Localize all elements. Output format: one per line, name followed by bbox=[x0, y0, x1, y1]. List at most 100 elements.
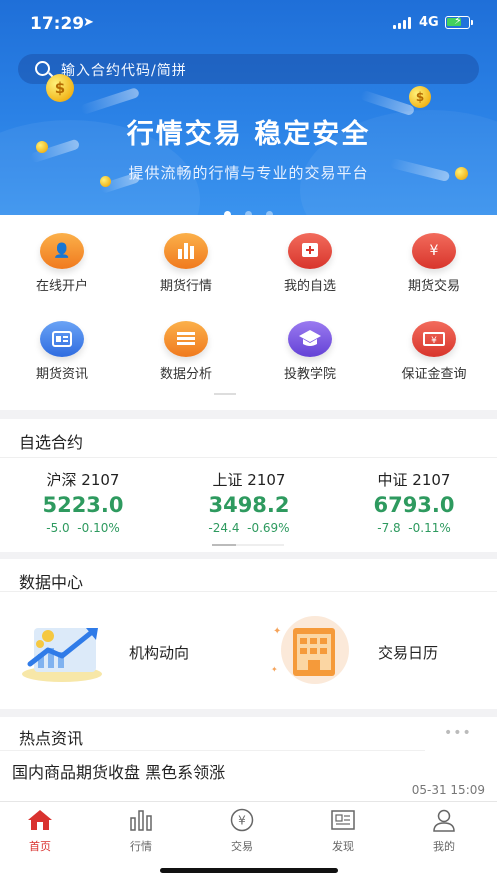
bar-chart-icon bbox=[164, 233, 208, 269]
add-favorite-icon bbox=[288, 233, 332, 269]
watchlist-pager bbox=[212, 544, 284, 546]
home-indicator[interactable] bbox=[160, 868, 338, 873]
divider bbox=[0, 591, 497, 592]
news-card-icon bbox=[40, 321, 84, 357]
data-center-label: 机构动向 bbox=[129, 644, 190, 662]
quote-change-pct: -0.69% bbox=[247, 521, 290, 535]
news-time: 05-31 15:09 bbox=[411, 783, 485, 797]
quote-price: 5223.0 bbox=[42, 493, 124, 517]
tab-label: 行情 bbox=[130, 840, 152, 853]
calendar-building-illustration: ✦ ✦ bbox=[271, 616, 349, 684]
menu-item-my-favorites[interactable]: 我的自选 bbox=[248, 215, 372, 295]
search-bar[interactable]: 输入合约代码/简拼 bbox=[18, 54, 479, 84]
quote-change-value: -5.0 bbox=[46, 521, 70, 535]
user-icon bbox=[431, 808, 457, 832]
tab-label: 交易 bbox=[231, 840, 253, 853]
search-icon bbox=[35, 61, 50, 76]
news-title: 热点资讯 bbox=[19, 729, 84, 748]
newspaper-icon bbox=[330, 808, 356, 832]
coin-icon: $ bbox=[409, 86, 431, 108]
menu-item-open-account[interactable]: 👤 在线开户 bbox=[0, 215, 124, 295]
open-account-icon: 👤 bbox=[40, 233, 84, 269]
tab-profile[interactable]: 我的 bbox=[404, 808, 484, 854]
data-center-item-calendar[interactable]: ✦ ✦ 交易日历 bbox=[265, 614, 485, 689]
data-center-section: 数据中心 机构动向 ✦ ✦ 交易日历 bbox=[0, 559, 497, 709]
more-icon[interactable]: ••• bbox=[444, 725, 472, 741]
quote-change-value: -7.8 bbox=[377, 521, 401, 535]
tab-label: 我的 bbox=[433, 840, 455, 853]
ticket-icon: ¥ bbox=[412, 321, 456, 357]
quote-card[interactable]: 中证 2107 6793.0 -7.8 -0.11% bbox=[334, 469, 494, 535]
status-time: 17:29 bbox=[30, 14, 85, 34]
signal-icon bbox=[393, 17, 413, 29]
quote-change: -7.8 -0.11% bbox=[334, 521, 494, 535]
quote-name: 中证 2107 bbox=[377, 471, 451, 489]
quote-change-value: -24.4 bbox=[208, 521, 240, 535]
tab-home[interactable]: 首页 bbox=[0, 808, 80, 854]
graduation-cap-icon bbox=[288, 321, 332, 357]
menu-item-futures-trading[interactable]: ¥ 期货交易 bbox=[372, 215, 496, 295]
watchlist-title: 自选合约 bbox=[19, 433, 84, 452]
quote-price: 6793.0 bbox=[373, 493, 455, 517]
menu-item-label: 保证金查询 bbox=[401, 367, 467, 382]
tab-quotes[interactable]: 行情 bbox=[101, 808, 181, 854]
menu-item-label: 在线开户 bbox=[35, 279, 88, 294]
news-headline[interactable]: 国内商品期货收盘 黑色系领涨 bbox=[12, 759, 225, 783]
quote-name: 上证 2107 bbox=[212, 471, 286, 489]
tab-trade[interactable]: ¥ 交易 bbox=[202, 808, 282, 854]
banner-subtitle: 提供流畅的行情与专业的交易平台 bbox=[128, 164, 369, 182]
menu-item-data-analysis[interactable]: 数据分析 bbox=[124, 303, 248, 383]
quote-card[interactable]: 上证 2107 3498.2 -24.4 -0.69% bbox=[169, 469, 329, 535]
menu-item-label: 期货资讯 bbox=[35, 367, 88, 382]
data-center-title: 数据中心 bbox=[19, 573, 84, 592]
quote-change-pct: -0.10% bbox=[77, 521, 120, 535]
menu-item-futures-news[interactable]: 期货资讯 bbox=[0, 303, 124, 383]
divider bbox=[0, 750, 425, 751]
svg-text:✦: ✦ bbox=[271, 665, 278, 674]
tab-discover[interactable]: 发现 bbox=[303, 808, 383, 854]
menu-item-label: 投教学院 bbox=[283, 367, 336, 382]
status-bar: 17:29 ➤ 4G ⚡ bbox=[0, 0, 497, 46]
quote-change: -5.0 -0.10% bbox=[3, 521, 163, 535]
menu-item-education[interactable]: 投教学院 bbox=[248, 303, 372, 383]
banner-title: 行情交易 稳定安全 bbox=[126, 119, 371, 150]
divider bbox=[0, 457, 497, 458]
battery-icon: ⚡ bbox=[445, 14, 470, 29]
svg-text:✦: ✦ bbox=[273, 626, 281, 637]
menu-item-futures-quotes[interactable]: 期货行情 bbox=[124, 215, 248, 295]
search-placeholder[interactable]: 输入合约代码/简拼 bbox=[61, 60, 187, 80]
menu-item-label: 数据分析 bbox=[159, 367, 212, 382]
menu-page-indicator bbox=[214, 393, 236, 395]
coin-trail bbox=[79, 86, 141, 116]
quote-change-pct: -0.11% bbox=[408, 521, 451, 535]
menu-item-label: 期货交易 bbox=[407, 279, 460, 294]
location-arrow-icon: ➤ bbox=[83, 15, 94, 30]
quote-price: 3498.2 bbox=[208, 493, 290, 517]
watchlist-section: 自选合约 沪深 2107 5223.0 -5.0 -0.10% 上证 2107 … bbox=[0, 419, 497, 552]
menu-item-label: 我的自选 bbox=[283, 279, 336, 294]
quote-change: -24.4 -0.69% bbox=[169, 521, 329, 535]
data-center-item-institutions[interactable]: 机构动向 bbox=[18, 614, 238, 689]
trend-chart-illustration bbox=[22, 628, 102, 682]
list-icon bbox=[164, 321, 208, 357]
yen-wallet-icon: ¥ bbox=[412, 233, 456, 269]
battery-tip bbox=[471, 20, 473, 25]
menu-item-margin-query[interactable]: ¥ 保证金查询 bbox=[372, 303, 496, 383]
menu-item-label: 期货行情 bbox=[159, 279, 212, 294]
banner[interactable]: 17:29 ➤ 4G ⚡ 输入合约代码/简拼 $ $ 行情交易 稳定安全 提供流… bbox=[0, 0, 497, 215]
coin-icon: $ bbox=[46, 74, 74, 102]
svg-text:¥: ¥ bbox=[431, 336, 437, 346]
tab-label: 首页 bbox=[29, 840, 51, 853]
data-center-label: 交易日历 bbox=[378, 644, 439, 662]
quote-card[interactable]: 沪深 2107 5223.0 -5.0 -0.10% bbox=[3, 469, 163, 535]
home-icon bbox=[27, 808, 53, 832]
banner-pagination[interactable] bbox=[0, 203, 497, 215]
yen-coin-icon: ¥ bbox=[229, 808, 255, 832]
network-type: 4G bbox=[419, 15, 439, 30]
bar-chart-icon bbox=[128, 808, 154, 832]
news-section: 热点资讯 ••• 国内商品期货收盘 黑色系领涨 05-31 15:09 bbox=[0, 717, 497, 801]
svg-text:¥: ¥ bbox=[238, 814, 246, 828]
quote-name: 沪深 2107 bbox=[46, 471, 120, 489]
tab-label: 发现 bbox=[332, 840, 354, 853]
quick-menu: 👤 在线开户 期货行情 我的自选 ¥ 期货交易 期货资讯 数据分析 投教学院 ¥… bbox=[0, 215, 497, 410]
